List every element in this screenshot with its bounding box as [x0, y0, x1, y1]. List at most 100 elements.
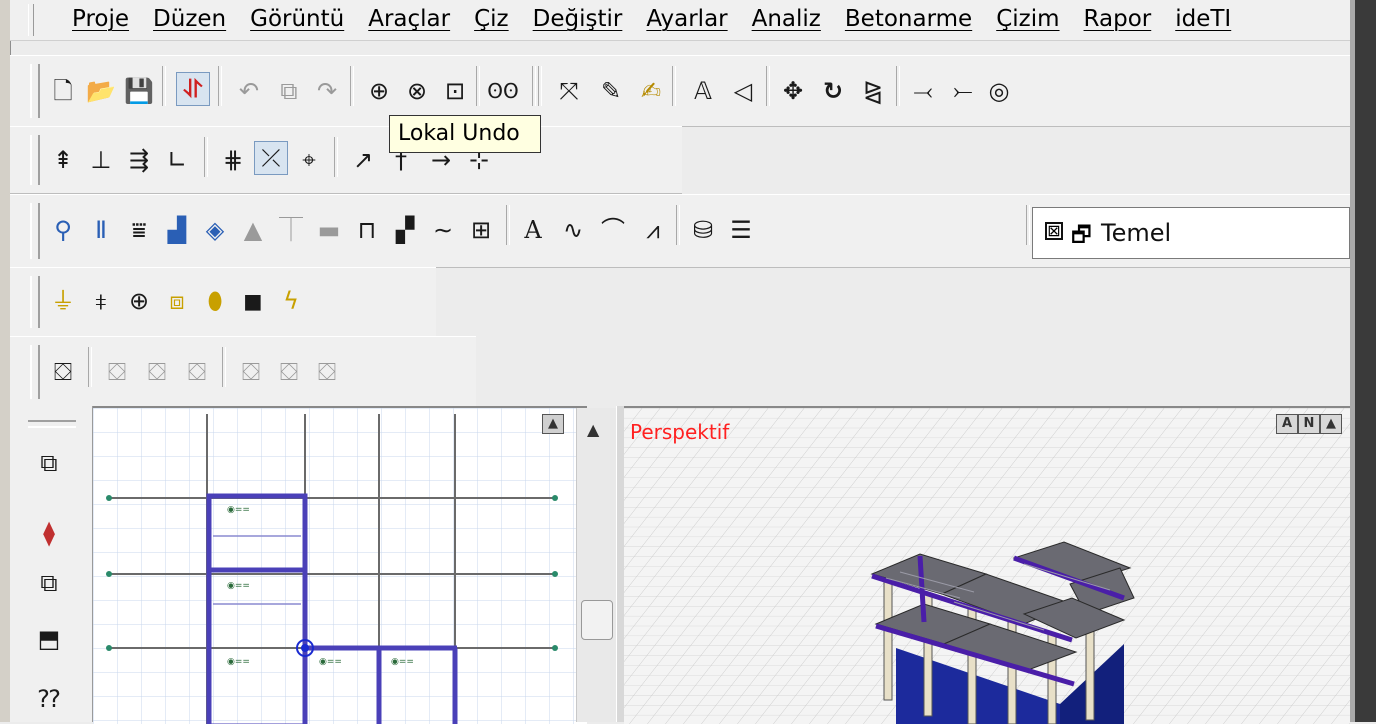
layer-list-icon[interactable]: ☰: [724, 213, 758, 247]
menu-betonarme[interactable]: Betonarme: [833, 4, 984, 34]
menu-araclar[interactable]: Araçlar: [356, 4, 462, 34]
menu-rapor[interactable]: Rapor: [1072, 4, 1164, 34]
undo-icon[interactable]: ↶: [232, 74, 266, 108]
lightning-icon[interactable]: ϟ: [274, 284, 308, 318]
wall-icon[interactable]: ▟: [160, 213, 194, 247]
layer-visible-checkbox[interactable]: ⊠: [1045, 222, 1063, 240]
layers-icon[interactable]: ⛁: [686, 213, 720, 247]
opening-icon[interactable]: ⧈: [160, 284, 194, 318]
spline-icon[interactable]: ⩘: [636, 213, 670, 247]
pile-cap-icon[interactable]: ⛋: [180, 355, 214, 389]
pile-icon[interactable]: ⛋: [100, 355, 134, 389]
snap-grid-icon[interactable]: ⋕: [216, 143, 250, 177]
scroll-thumb[interactable]: [581, 600, 613, 640]
menu-cizim[interactable]: Çizim: [984, 4, 1071, 34]
toolbar-elements-grip[interactable]: [30, 203, 40, 259]
toolbar-loads-grip[interactable]: [30, 276, 40, 328]
view-corner-buttons: A N ▲: [1276, 414, 1342, 434]
menu-goruntu[interactable]: Görüntü: [238, 4, 356, 34]
view-button-maximize[interactable]: ▲: [1320, 414, 1342, 434]
snap-endpoint-icon[interactable]: ⇞: [46, 143, 80, 177]
core-icon[interactable]: ◼: [236, 284, 270, 318]
floor-props-icon[interactable]: ⬒: [32, 622, 66, 656]
edit-text-icon[interactable]: ✍: [634, 74, 668, 108]
snap-axis-icon[interactable]: ⌖: [292, 143, 326, 177]
snap-parallel-icon[interactable]: ⇶: [122, 143, 156, 177]
menu-proje[interactable]: Proje: [60, 4, 141, 34]
stair-icon[interactable]: ▞: [388, 213, 422, 247]
zoom-in-icon[interactable]: ⊕: [362, 74, 396, 108]
toolbar-snap-grip[interactable]: [30, 135, 40, 185]
new-file-icon[interactable]: 🗋: [46, 74, 80, 108]
soil-icon[interactable]: ⛋: [234, 355, 268, 389]
polyline-icon[interactable]: ∿: [556, 213, 590, 247]
support-icon[interactable]: ⛋: [310, 355, 344, 389]
trim-icon[interactable]: ⤙: [906, 74, 940, 108]
zoom-pan-icon[interactable]: ⊗: [400, 74, 434, 108]
menu-duzen[interactable]: Düzen: [141, 4, 238, 34]
foundation-tool-icon[interactable]: ⛋: [46, 355, 80, 389]
layer-combo[interactable]: ⊠ 🗗 Temel: [1032, 207, 1350, 259]
copy-floor-icon[interactable]: ⧉: [32, 446, 66, 480]
zoom-window-icon[interactable]: ⊡: [438, 74, 472, 108]
arc-icon[interactable]: ⌒: [596, 213, 630, 247]
slab-icon[interactable]: ◈: [198, 213, 232, 247]
view-button-n[interactable]: N: [1298, 414, 1320, 434]
pile-group-icon[interactable]: ⛋: [140, 355, 174, 389]
tie-icon[interactable]: ∼: [426, 213, 460, 247]
menu-idetl[interactable]: ideTI: [1163, 4, 1243, 34]
open-folder-icon[interactable]: 📂: [84, 74, 118, 108]
extend-icon[interactable]: ⤚: [946, 74, 980, 108]
shear-wall-icon[interactable]: ▲: [236, 213, 270, 247]
glasses-icon[interactable]: ʘʘ: [486, 74, 520, 108]
menu-bar: Proje Düzen Görüntü Araçlar Çiz Değiştir…: [10, 0, 1350, 41]
undo-marker-icon[interactable]: ⥯: [176, 72, 210, 106]
save-icon[interactable]: 💾: [122, 74, 156, 108]
redo-icon[interactable]: ↷: [310, 74, 344, 108]
section-icon[interactable]: ⊕: [122, 284, 156, 318]
plan-vertical-scrollbar[interactable]: ▲: [576, 408, 617, 722]
menu-ayarlar[interactable]: Ayarlar: [634, 4, 739, 34]
plan-view[interactable]: ◉== ◉== ◉== ◉== ◉== ▲: [93, 406, 587, 724]
floor-copy-icon[interactable]: ⧉: [32, 566, 66, 600]
snap-near-icon[interactable]: ↗: [346, 143, 380, 177]
menu-degistir[interactable]: Değiştir: [521, 4, 635, 34]
snap-perp-icon[interactable]: ⊥: [84, 143, 118, 177]
frame-icon[interactable]: ⊓: [350, 213, 384, 247]
toolbar-foundation-grip[interactable]: [30, 345, 40, 399]
column-icon[interactable]: Ⅱ: [84, 213, 118, 247]
left-panel-grip[interactable]: [28, 420, 76, 428]
pick-icon[interactable]: ⤧: [552, 74, 586, 108]
menu-analiz[interactable]: Analiz: [740, 4, 833, 34]
perspective-view[interactable]: Perspektif A N ▲: [624, 406, 1350, 724]
floor-edit-icon[interactable]: ⧫: [32, 516, 66, 550]
beam-icon[interactable]: ⩸: [122, 213, 156, 247]
menu-ciz[interactable]: Çiz: [462, 4, 521, 34]
footing-icon[interactable]: ⏉: [274, 213, 308, 247]
snap-corner-icon[interactable]: ∟: [160, 143, 194, 177]
axis-icon[interactable]: ⚲: [46, 213, 80, 247]
spring-icon[interactable]: ⛋: [272, 355, 306, 389]
mat-icon[interactable]: ▬: [312, 213, 346, 247]
load-icon[interactable]: ⏚: [46, 284, 80, 318]
capsule-icon[interactable]: ⬮: [198, 284, 232, 318]
text-style-icon[interactable]: 𝔸: [686, 74, 720, 108]
rotate-view-icon[interactable]: ◁: [726, 74, 760, 108]
toolbar-main-grip[interactable]: [30, 64, 40, 118]
rotate-icon[interactable]: ↻: [816, 74, 850, 108]
pen-icon[interactable]: ✎: [594, 74, 628, 108]
scroll-up-icon[interactable]: ▲: [587, 420, 599, 439]
snap-intersection-icon[interactable]: ⤫: [254, 141, 288, 175]
floor-help-icon[interactable]: ⁇: [32, 682, 66, 716]
mirror-icon[interactable]: ⧎: [856, 74, 890, 108]
move-icon[interactable]: ✥: [776, 74, 810, 108]
redo-box-icon[interactable]: ⧉: [272, 74, 306, 108]
plan-corner-button[interactable]: ▲: [542, 414, 564, 434]
layer-lock-icon[interactable]: 🗗: [1071, 218, 1092, 256]
view-button-a[interactable]: A: [1276, 414, 1298, 434]
grid-mesh-icon[interactable]: ⊞: [464, 213, 498, 247]
menu-grip[interactable]: [28, 4, 34, 36]
text-icon[interactable]: A: [516, 213, 550, 247]
offset-icon[interactable]: ◎: [982, 74, 1016, 108]
rebar-icon[interactable]: ⧧: [84, 284, 118, 318]
